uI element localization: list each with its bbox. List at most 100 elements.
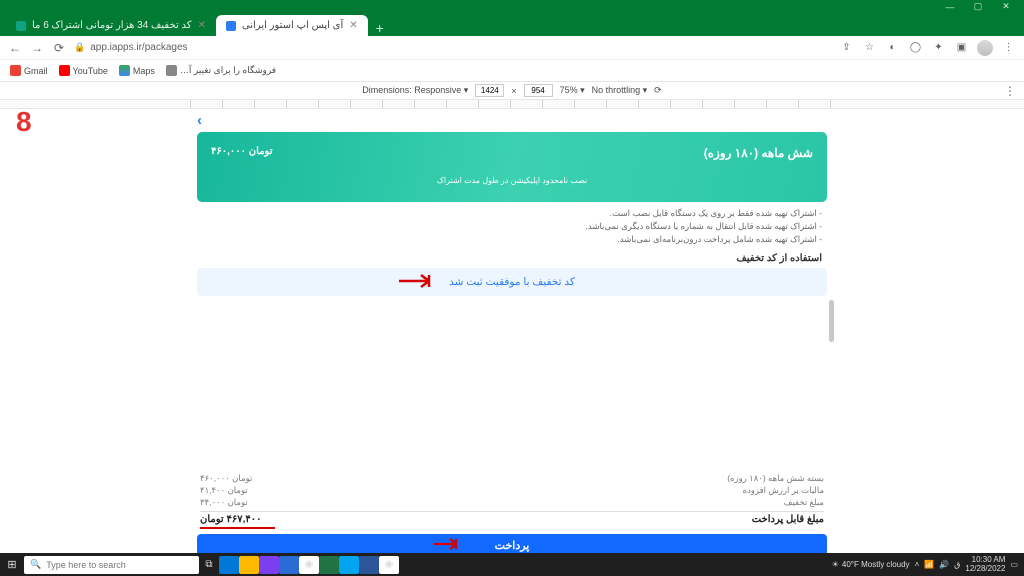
new-tab-button[interactable]: + <box>368 20 392 36</box>
app-icon[interactable] <box>259 556 279 574</box>
discount-label: استفاده از کد تخفیف <box>190 249 834 267</box>
sun-icon: ☀ <box>832 560 839 569</box>
gmail-icon <box>10 65 21 76</box>
dim-x: × <box>511 86 516 96</box>
tab-inactive[interactable]: کد تخفیف 34 هزار تومانی اشتراک 6 ما ✕ <box>6 15 216 36</box>
package-notes: - اشتراک تهیه شده فقط بر روی یک دستگاه ق… <box>190 202 834 249</box>
success-text: کد تخفیف با موفقیت ثبت شد <box>449 276 575 288</box>
edge-icon[interactable] <box>219 556 239 574</box>
taskbar-search[interactable]: 🔍 Type here to search <box>24 556 199 574</box>
system-tray: ☀40°F Mostly cloudy ˄ 📶 🔊 ق 10:30 AM 12/… <box>832 556 1024 573</box>
chrome-icon[interactable]: ◉ <box>379 556 399 574</box>
annotation-arrow-icon <box>397 271 441 294</box>
tab-strip: کد تخفیف 34 هزار تومانی اشتراک 6 ما ✕ آی… <box>0 13 1024 36</box>
address-bar: ← → ⟳ 🔒 app.iapps.ir/packages ⇪ ☆ ◐ ◯ ✦ … <box>0 36 1024 60</box>
devtools-more-icon[interactable]: ⋮ <box>1004 84 1016 98</box>
url-display[interactable]: 🔒 app.iapps.ir/packages <box>74 42 188 53</box>
profile-avatar[interactable] <box>977 40 993 56</box>
search-icon: 🔍 <box>30 559 41 570</box>
note-line: - اشتراک تهیه شده فقط بر روی یک دستگاه ق… <box>202 207 822 220</box>
page-content: ‹ شش ماهه (۱۸۰ روزه) ۴۶۰,۰۰۰ تومان نصب ن… <box>190 109 834 553</box>
annotation-underline <box>200 527 275 529</box>
url-text: app.iapps.ir/packages <box>90 42 187 53</box>
word-icon[interactable] <box>359 556 379 574</box>
summary-value: ۳۴,۰۰۰ تومان <box>200 496 252 508</box>
rotate-icon[interactable]: ⟳ <box>654 85 662 96</box>
app-icon[interactable] <box>319 556 339 574</box>
window-titlebar: — ▢ ✕ <box>0 0 1024 13</box>
note-line: - اشتراک تهیه شده قابل انتقال به شماره ی… <box>202 220 822 233</box>
menu-icon[interactable]: ⋮ <box>1001 40 1016 55</box>
date: 12/28/2022 <box>965 565 1005 573</box>
zoom-select[interactable]: 75% ▾ <box>560 85 585 96</box>
dimensions-select[interactable]: Dimensions: Responsive ▾ <box>362 85 468 96</box>
width-input[interactable] <box>475 84 504 97</box>
price-summary: بسته شش ماهه (۱۸۰ روزه) مالیات بر ارزش ا… <box>190 472 834 509</box>
bookmarks-bar: Gmail YouTube Maps …فروشگاه را برای تغیی… <box>0 60 1024 82</box>
tab-title: آی اپس اپ استور ایرانی <box>242 20 343 31</box>
notifications-icon[interactable]: ▭ <box>1010 560 1018 569</box>
taskbar: ⊞ 🔍 Type here to search ⧉ ◉ ◉ ☀40°F Most… <box>0 553 1024 576</box>
bookmark-shop[interactable]: …فروشگاه را برای تغییر آ <box>166 65 276 76</box>
back-chevron-icon[interactable]: ‹ <box>190 109 834 132</box>
total-value: ۴۶۷,۴۰۰ تومان <box>200 514 262 525</box>
star-icon[interactable]: ☆ <box>862 40 877 55</box>
window-min[interactable]: — <box>936 0 964 13</box>
globe-icon <box>166 65 177 76</box>
extensions-icon[interactable]: ✦ <box>931 40 946 55</box>
window-max[interactable]: ▢ <box>964 0 992 13</box>
summary-label: بسته شش ماهه (۱۸۰ روزه) <box>727 472 824 484</box>
mail-icon[interactable] <box>279 556 299 574</box>
tray-chevron-icon[interactable]: ˄ <box>915 560 920 569</box>
summary-value: ۴۶۰,۰۰۰ تومان <box>200 472 252 484</box>
clock[interactable]: 10:30 AM 12/28/2022 <box>965 556 1005 573</box>
lock-icon: 🔒 <box>74 42 85 53</box>
lang-icon[interactable]: ق <box>954 560 960 569</box>
summary-label: مبلغ تخفیف <box>727 496 824 508</box>
weather-widget[interactable]: ☀40°F Mostly cloudy <box>832 560 910 569</box>
summary-label: مالیات بر ارزش افزوده <box>727 484 824 496</box>
throttling-select[interactable]: No throttling ▾ <box>592 85 648 96</box>
summary-value: ۴۱,۴۰۰ تومان <box>200 484 252 496</box>
package-subtitle: نصب نامحدود اپلیکیشن در طول مدت اشتراک <box>437 176 588 185</box>
youtube-icon <box>59 65 70 76</box>
tab-close-icon[interactable]: ✕ <box>198 20 206 31</box>
step-annotation: 8 <box>16 106 32 138</box>
note-line: - اشتراک تهیه شده شامل پرداخت درون‌برنام… <box>202 233 822 246</box>
package-price: ۴۶۰,۰۰۰ تومان <box>211 146 273 157</box>
nav-forward-icon[interactable]: → <box>30 41 44 55</box>
devtools-device-bar: Dimensions: Responsive ▾ × 75% ▾ No thro… <box>0 82 1024 100</box>
nav-reload-icon[interactable]: ⟳ <box>52 41 66 55</box>
volume-icon[interactable]: 🔊 <box>939 560 949 569</box>
nav-back-icon[interactable]: ← <box>8 41 22 55</box>
share-icon[interactable]: ⇪ <box>839 40 854 55</box>
tab-active[interactable]: آی اپس اپ استور ایرانی ✕ <box>216 15 368 36</box>
ext-icon[interactable]: ◯ <box>908 40 923 55</box>
tab-favicon <box>226 21 236 31</box>
divider <box>200 511 824 512</box>
side-panel-icon[interactable]: ▣ <box>954 40 969 55</box>
total-label: مبلغ قابل پرداخت <box>752 514 824 525</box>
package-banner: شش ماهه (۱۸۰ روزه) ۴۶۰,۰۰۰ تومان نصب نام… <box>197 132 827 202</box>
bookmark-gmail[interactable]: Gmail <box>10 65 48 76</box>
ruler <box>0 100 1024 109</box>
bookmark-youtube[interactable]: YouTube <box>59 65 108 76</box>
window-close[interactable]: ✕ <box>992 0 1020 13</box>
package-title: شش ماهه (۱۸۰ روزه) <box>704 146 813 160</box>
app-icon[interactable] <box>339 556 359 574</box>
tab-title: کد تخفیف 34 هزار تومانی اشتراک 6 ما <box>32 20 192 31</box>
height-input[interactable] <box>524 84 553 97</box>
ext-icon[interactable]: ◐ <box>885 40 900 55</box>
tab-close-icon[interactable]: ✕ <box>349 20 357 31</box>
task-view-icon[interactable]: ⧉ <box>199 556 219 574</box>
discount-success-banner: کد تخفیف با موفقیت ثبت شد <box>197 268 827 296</box>
pay-label: پرداخت <box>495 540 530 552</box>
bookmark-maps[interactable]: Maps <box>119 65 155 76</box>
wifi-icon[interactable]: 📶 <box>924 560 934 569</box>
chrome-icon[interactable]: ◉ <box>299 556 319 574</box>
search-placeholder: Type here to search <box>46 560 126 570</box>
scrollbar-thumb[interactable] <box>829 300 834 342</box>
maps-icon <box>119 65 130 76</box>
explorer-icon[interactable] <box>239 556 259 574</box>
start-button[interactable]: ⊞ <box>0 558 24 571</box>
